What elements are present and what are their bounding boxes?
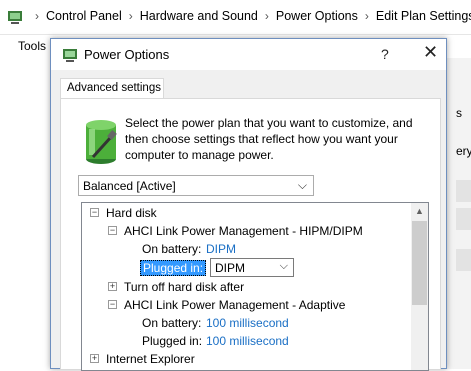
tree-label: On battery: [142,242,202,256]
power-options-icon [63,49,77,62]
description-text: Select the power plan that you want to c… [125,116,413,162]
background-text-fragment: ery [456,144,471,158]
breadcrumb-control-panel[interactable]: Control Panel [46,9,122,23]
tree-label: Plugged in: [142,334,203,348]
dialog-titlebar[interactable]: Power Options ? ✕ [51,39,446,70]
breadcrumb: › Control Panel › Hardware and Sound › P… [28,9,471,23]
dialog-title: Power Options [84,47,170,62]
background-window-content: s ery [446,58,471,369]
expand-icon[interactable]: + [90,354,99,363]
breadcrumb-edit-plan-settings[interactable]: Edit Plan Settings [376,9,471,23]
power-options-dialog: Power Options ? ✕ Advanced settings Sele… [50,38,447,371]
tree-label: AHCI Link Power Management - Adaptive [124,298,346,312]
plan-select[interactable]: Balanced [Active] ⌵ [78,175,314,196]
settings-tree[interactable]: − Hard disk − AHCI Link Power Management… [81,202,429,371]
menu-tools[interactable]: Tools [18,39,46,53]
chevron-down-icon: ⌵ [297,178,307,192]
expand-icon[interactable]: + [108,282,117,291]
tree-label: Hard disk [106,206,157,220]
collapse-icon[interactable]: − [108,300,117,309]
breadcrumb-power-options[interactable]: Power Options [276,9,358,23]
background-text-fragment: s [456,106,462,120]
scrollbar-thumb[interactable] [412,221,427,305]
setting-value-link[interactable]: 100 millisecond [206,334,289,348]
tree-label-selected: Plugged in: [140,260,207,276]
chevron-right-icon: › [128,9,133,23]
control-panel-icon [8,11,22,24]
scroll-up-icon[interactable]: ▲ [411,203,428,220]
tree-label: On battery: [142,316,202,330]
advanced-settings-panel: Select the power plan that you want to c… [60,98,441,371]
battery-icon [86,120,117,164]
close-button[interactable]: ✕ [423,42,438,63]
background-button [456,208,471,230]
vertical-scrollbar[interactable]: ▲ [411,203,428,370]
help-button[interactable]: ? [381,46,389,62]
tree-label: Turn off hard disk after [124,280,245,294]
address-bar: › Control Panel › Hardware and Sound › P… [0,0,471,35]
setting-value-link[interactable]: DIPM [206,242,236,256]
setting-value-link[interactable]: 100 millisecond [206,316,289,330]
plan-select-value: Balanced [Active] [83,179,176,193]
background-button [456,180,471,202]
background-button [456,249,471,271]
plugged-in-select[interactable]: DIPM ⌵ [210,258,294,277]
breadcrumb-hardware-and-sound[interactable]: Hardware and Sound [140,9,258,23]
chevron-down-icon: ⌵ [279,260,288,272]
chevron-right-icon: › [35,9,39,23]
collapse-icon[interactable]: − [90,208,99,217]
collapse-icon[interactable]: − [108,226,117,235]
chevron-right-icon: › [264,9,269,23]
chevron-right-icon: › [364,9,369,23]
tab-advanced-settings[interactable]: Advanced settings [60,78,164,99]
tree-label: AHCI Link Power Management - HIPM/DIPM [124,224,363,238]
plugged-in-select-value: DIPM [215,261,245,275]
tree-label: Internet Explorer [106,352,195,366]
